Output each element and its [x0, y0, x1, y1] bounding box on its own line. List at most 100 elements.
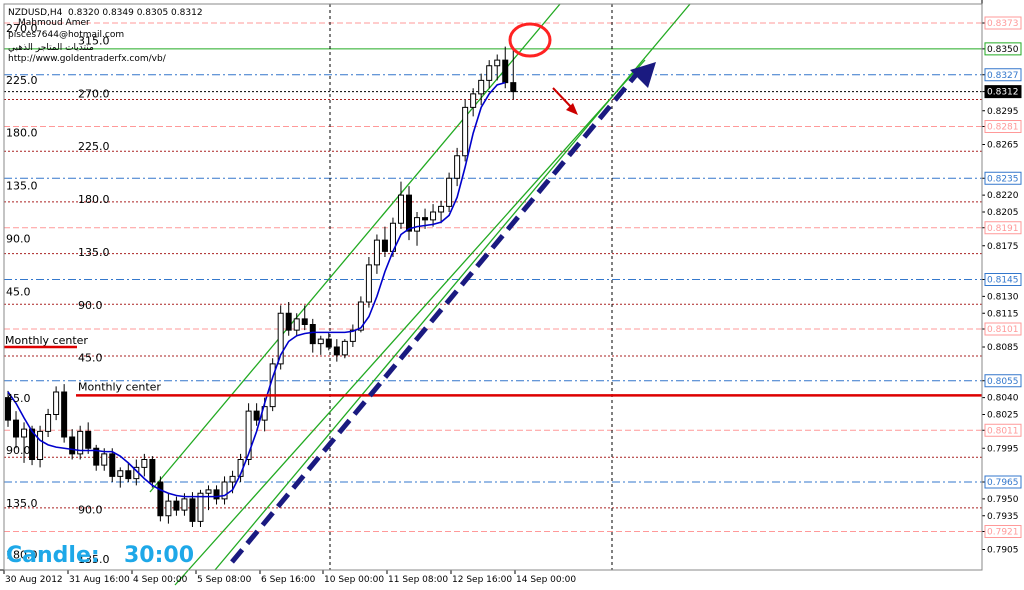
timer-label: Candle: [6, 543, 100, 568]
forum-name: منتديات المتاجر الذهبي [8, 43, 94, 53]
y-tick-label: 0.8101 [987, 325, 1019, 335]
candle-bull [53, 391, 60, 415]
gann-label-left: 225.0 [6, 74, 38, 87]
candle-bear [253, 410, 260, 421]
monthly-center-label: Monthly center [78, 380, 161, 393]
y-tick-label: 0.8350 [987, 45, 1019, 55]
candle-bull [229, 475, 236, 483]
candle-bull [341, 340, 348, 356]
y-tick-label: 0.7965 [987, 478, 1019, 488]
candle-bull [37, 430, 44, 460]
x-tick-label: 4 Sep 00:00 [133, 575, 188, 585]
y-tick-label: 0.8025 [987, 411, 1019, 421]
x-tick-label: 12 Sep 16:00 [452, 575, 512, 585]
candle-bull [494, 59, 501, 67]
candle-bull [21, 428, 28, 438]
candle-bear [381, 239, 388, 252]
y-tick-label: 0.8220 [987, 191, 1019, 201]
y-tick-label: 0.8055 [987, 377, 1019, 387]
candle-bear [333, 346, 340, 356]
candle-bear [213, 489, 220, 500]
candle-bear [61, 391, 68, 438]
candle-bull [117, 470, 124, 477]
candle-bear [285, 312, 292, 331]
candle-bull [205, 489, 212, 494]
candle-bull [101, 453, 108, 466]
gann-label-mid: 45.0 [78, 352, 103, 365]
y-tick-label: 0.7905 [987, 546, 1019, 556]
ohlc-values: 0.8320 0.8349 0.8305 0.8312 [68, 8, 203, 18]
y-tick-label: 0.7995 [987, 444, 1019, 454]
y-tick-label: 0.8085 [987, 343, 1019, 353]
gann-label-left: 90.0 [6, 232, 31, 245]
y-tick-label: 0.8145 [987, 276, 1019, 286]
y-tick-label: 0.8205 [987, 208, 1019, 218]
candle-bull [486, 65, 493, 81]
x-tick-label: 31 Aug 16:00 [69, 575, 130, 585]
y-tick-label: 0.8191 [987, 224, 1019, 234]
y-tick-label: 0.8373 [987, 19, 1019, 29]
x-tick-label: 10 Sep 00:00 [324, 575, 384, 585]
candle-bull [397, 194, 404, 224]
candle-bull [414, 217, 421, 232]
author-email: pisces7644@hotmail.com [8, 30, 124, 40]
candle-bull [165, 500, 172, 517]
candle-bear [189, 498, 196, 522]
price-chart: Monthly center Monthly center 270.0 225.0… [0, 0, 1024, 590]
gann-label-mid: 180.0 [78, 193, 110, 206]
gann-label-left: 90.0 [6, 444, 31, 457]
x-tick-label: 6 Sep 16:00 [261, 575, 316, 585]
candle-bull [317, 338, 324, 345]
candle-bear [157, 481, 164, 517]
candle-bear [422, 217, 429, 221]
y-tick-label: 0.8130 [987, 292, 1019, 302]
candle-bull [438, 205, 445, 213]
x-tick-label: 5 Sep 08:00 [197, 575, 252, 585]
x-tick-label: 14 Sep 00:00 [516, 575, 576, 585]
symbol-label: NZDUSD,H4 [8, 8, 63, 18]
candle-bear [85, 430, 92, 449]
y-tick-label: 0.8115 [987, 309, 1019, 319]
x-tick-label: 30 Aug 2012 [5, 575, 63, 585]
candle-bear [301, 318, 308, 325]
candle-bull [365, 264, 372, 303]
candle-bull [373, 239, 380, 266]
candle-bull [462, 106, 469, 157]
x-tick-label: 11 Sep 08:00 [388, 575, 448, 585]
y-tick-label: 0.8040 [987, 394, 1019, 404]
price-axis: 0.8373 0.8350 0.8327 0.8312 0.8295 0.8281 0.82… [981, 0, 1024, 590]
candle-bear [406, 194, 412, 232]
candle-bear [309, 324, 316, 345]
gann-label-mid: 225.0 [78, 140, 110, 153]
gann-label-mid: 135.0 [78, 246, 110, 259]
gann-label-left: 135.0 [6, 497, 38, 510]
gann-label-left: 135.0 [6, 180, 38, 193]
gann-label-mid: 270.0 [78, 87, 110, 100]
candle-bear [510, 82, 517, 93]
y-tick-label: 0.8295 [987, 107, 1019, 117]
forum-url: http://www.goldentraderfx.com/vb/ [8, 54, 167, 64]
candle-bear [173, 500, 180, 511]
candle-bull [446, 177, 453, 207]
author-name: Mahmoud Amer [18, 18, 90, 28]
candle-bull [141, 459, 148, 468]
y-tick-label: 0.8011 [987, 426, 1019, 436]
gann-label-mid: 90.0 [78, 299, 103, 312]
gann-label-left: 45.0 [6, 392, 31, 405]
candle-bull [430, 211, 437, 221]
candle-bear [125, 470, 132, 480]
gann-label-mid: 90.0 [78, 504, 103, 517]
candle-bear [502, 59, 509, 84]
y-tick-label: 0.8281 [987, 123, 1019, 133]
candle-bull [293, 318, 300, 331]
y-tick-label: 0.8312 [987, 88, 1019, 98]
y-tick-label: 0.7950 [987, 495, 1019, 505]
monthly-center-label-left: Monthly center [5, 334, 88, 347]
y-tick-label: 0.7921 [987, 528, 1019, 538]
gann-label-left: 180.0 [6, 127, 38, 140]
candle-bear [325, 338, 332, 348]
candle-bull [478, 79, 485, 95]
gann-label-left: 45.0 [6, 285, 31, 298]
candle-bull [45, 414, 52, 432]
candle-bull [181, 498, 188, 511]
